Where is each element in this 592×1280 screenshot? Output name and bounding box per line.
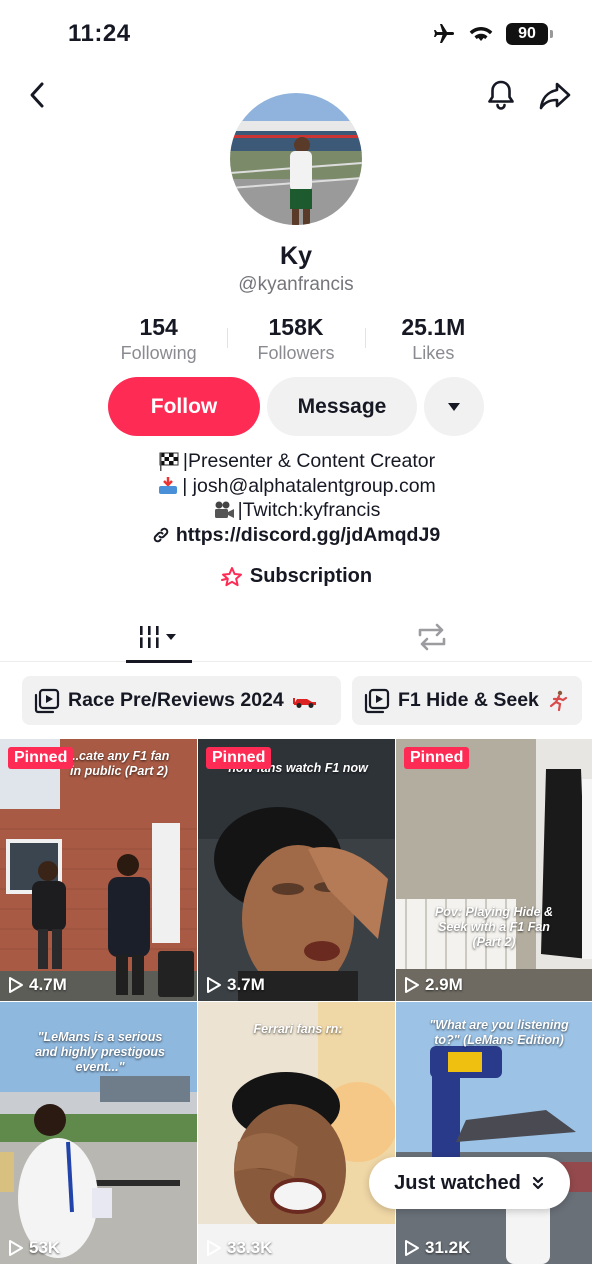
stat-label: Likes (412, 343, 455, 363)
play-icon (207, 977, 221, 993)
playlist-icon (364, 688, 390, 713)
bell-icon (488, 80, 514, 110)
play-icon (405, 1240, 419, 1256)
pinned-badge: Pinned (8, 747, 74, 769)
stat-value: 25.1M (401, 314, 466, 340)
stat-likes[interactable]: 25.1M Likes (364, 314, 502, 364)
airplane-icon (434, 24, 454, 43)
message-button[interactable]: Message (267, 377, 417, 436)
video-caption: ...cate any F1 fan in public (Part 2) (68, 749, 170, 778)
stat-following[interactable]: 154 Following (90, 314, 227, 364)
play-icon (405, 977, 419, 993)
bio-text: |Presenter & Content Creator (182, 450, 436, 472)
bio: |Presenter & Content Creator | josh@alph… (0, 449, 592, 547)
stat-followers[interactable]: 158K Followers (227, 314, 364, 364)
view-count: 2.9M (404, 975, 463, 995)
video-tile[interactable]: Ferrari fans rn: 33.3K (198, 1002, 395, 1264)
battery-icon: 90 (506, 23, 553, 45)
view-count-text: 33.3K (227, 1238, 273, 1257)
status-bar: 11:24 90 (0, 0, 592, 70)
repost-icon (418, 623, 446, 651)
bio-text: |Twitch:kyfrancis (237, 499, 381, 521)
view-count: 4.7M (8, 975, 67, 995)
tab-videos[interactable] (126, 612, 192, 663)
view-count: 31.2K (404, 1238, 470, 1258)
share-arrow-icon (539, 82, 571, 110)
video-tile[interactable]: "What are you listening to?" (LeMans Edi… (396, 1002, 592, 1264)
subscription-label: Subscription (249, 565, 373, 587)
running-person-icon (549, 690, 567, 711)
just-watched-label: Just watched (394, 1171, 521, 1194)
playlist-f1-hide-seek[interactable]: F1 Hide & Seek (352, 676, 582, 725)
content-tabs (0, 612, 592, 663)
playlist-race-reviews[interactable]: Race Pre/Reviews 2024 (22, 676, 341, 725)
view-count-text: 4.7M (29, 975, 67, 994)
tab-reposts[interactable] (412, 620, 452, 654)
share-button[interactable] (538, 78, 572, 112)
videos-grid-icon (140, 626, 176, 648)
video-tile[interactable]: ...cate any F1 fan in public (Part 2) Pi… (0, 739, 197, 1001)
view-count-text: 53K (29, 1238, 61, 1257)
view-count: 53K (8, 1238, 60, 1258)
caret-down-icon (448, 402, 460, 411)
subscription-star-icon (220, 566, 242, 586)
play-icon (9, 1240, 23, 1256)
profile-stats: 154 Following 158K Followers 25.1M Likes (90, 314, 502, 364)
chevron-left-icon (30, 82, 44, 108)
view-count-text: 31.2K (425, 1238, 471, 1257)
bio-line: | josh@alphatalentgroup.com (0, 474, 592, 499)
bio-line: |Twitch:kyfrancis (0, 498, 592, 523)
view-count: 3.7M (206, 975, 265, 995)
bio-link[interactable]: https://discord.gg/jdAmqdJ9 (0, 523, 592, 548)
view-count-text: 2.9M (425, 975, 463, 994)
notification-bell-button[interactable] (484, 78, 518, 112)
race-car-icon (292, 697, 316, 708)
wifi-icon (469, 27, 493, 41)
more-options-button[interactable] (424, 377, 484, 436)
video-thumbnail (198, 1002, 395, 1264)
avatar[interactable] (230, 93, 362, 225)
video-tile[interactable]: how fans watch F1 now Pinned 3.7M (198, 739, 395, 1001)
bio-text: | josh@alphatalentgroup.com (182, 474, 436, 497)
stat-value: 154 (139, 314, 178, 340)
link-icon (153, 527, 169, 543)
chevrons-down-icon (532, 1176, 543, 1190)
playlist-label: F1 Hide & Seek (398, 689, 539, 711)
status-time: 11:24 (68, 20, 131, 47)
playlist-icon (34, 688, 60, 713)
status-icons: 90 (432, 22, 553, 46)
checkered-flag-icon (157, 450, 181, 472)
video-tile[interactable]: Pov: Playing Hide & Seek with a F1 Fan (… (396, 739, 592, 1001)
view-count-text: 3.7M (227, 975, 265, 994)
bio-line: |Presenter & Content Creator (0, 449, 592, 474)
inbox-tray-icon (156, 475, 180, 497)
video-thumbnail (198, 739, 395, 1001)
play-icon (9, 977, 23, 993)
play-icon (207, 1240, 221, 1256)
stat-label: Following (120, 343, 197, 363)
pinned-badge: Pinned (206, 747, 272, 769)
just-watched-button[interactable]: Just watched (369, 1157, 570, 1209)
subscription-button[interactable]: Subscription (0, 565, 592, 588)
follow-button[interactable]: Follow (108, 377, 260, 436)
view-count: 33.3K (206, 1238, 272, 1258)
playlist-label: Race Pre/Reviews 2024 (68, 689, 284, 711)
bio-link-text[interactable]: https://discord.gg/jdAmqdJ9 (176, 523, 440, 548)
video-caption: Ferrari fans rn: (253, 1022, 343, 1036)
movie-camera-icon (212, 499, 236, 521)
video-thumbnail (396, 739, 592, 1001)
video-caption: Pov: Playing Hide & Seek with a F1 Fan (… (434, 905, 554, 949)
display-name: Ky (280, 242, 312, 270)
username: @kyanfrancis (238, 274, 354, 295)
back-button[interactable] (20, 78, 54, 112)
pinned-badge: Pinned (404, 747, 470, 769)
video-caption: "LeMans is a serious and highly prestigo… (35, 1030, 165, 1074)
video-tile[interactable]: "LeMans is a serious and highly prestigo… (0, 1002, 197, 1264)
video-caption: "What are you listening to?" (LeMans Edi… (429, 1018, 569, 1047)
stat-value: 158K (268, 314, 324, 340)
stat-label: Followers (257, 343, 335, 363)
